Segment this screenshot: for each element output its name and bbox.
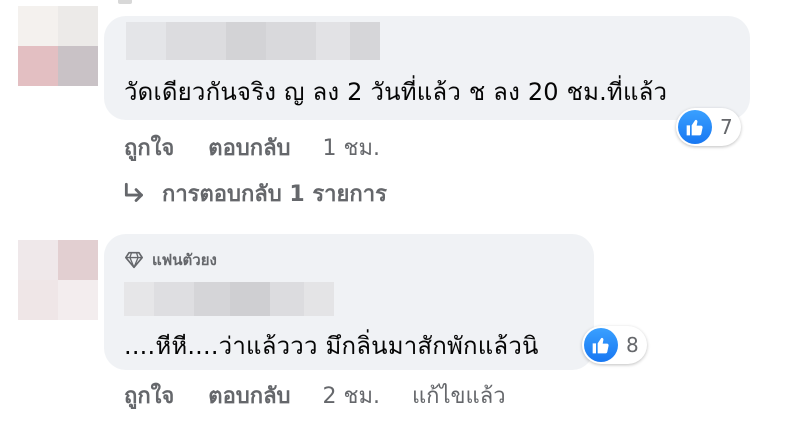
- reaction-summary[interactable]: 8: [582, 326, 647, 364]
- reply-arrow-icon: [124, 182, 143, 202]
- comment-text: วัดเดียวกันจริง ญ ลง 2 วันที่แล้ว ช ลง 2…: [124, 78, 668, 106]
- reply-button[interactable]: ตอบกลับ: [208, 378, 290, 413]
- reaction-summary[interactable]: 7: [676, 108, 741, 146]
- avatar[interactable]: [18, 240, 98, 320]
- reply-button[interactable]: ตอบกลับ: [208, 130, 290, 165]
- edited-label: แก้ไขแล้ว: [411, 384, 506, 409]
- blurred-author-name[interactable]: [124, 282, 334, 316]
- like-button[interactable]: ถูกใจ: [124, 130, 174, 165]
- comment-actions: ถูกใจ ตอบกลับ 2 ชม. แก้ไขแล้ว: [124, 378, 506, 413]
- comment-actions: ถูกใจ ตอบกลับ 1 ชม.: [124, 130, 380, 165]
- like-button[interactable]: ถูกใจ: [124, 378, 174, 413]
- comment-text: ....หีหี....ว่าแล้ววว มึกลิ่นมาสักพักแล้…: [124, 332, 539, 360]
- like-icon: [584, 328, 618, 362]
- timestamp[interactable]: 2 ชม.: [323, 378, 380, 413]
- badge-label: แฟนตัวยง: [152, 251, 217, 269]
- timestamp[interactable]: 1 ชม.: [323, 130, 380, 165]
- reaction-count: 8: [626, 333, 639, 357]
- blurred-author-name[interactable]: [126, 22, 380, 60]
- previous-comment-fragment: [118, 0, 132, 4]
- like-icon: [678, 110, 712, 144]
- view-replies-link[interactable]: การตอบกลับ 1 รายการ: [122, 176, 387, 211]
- avatar[interactable]: [18, 6, 98, 86]
- top-fan-badge[interactable]: แฟนตัวยง: [124, 248, 217, 272]
- reaction-count: 7: [720, 115, 733, 139]
- diamond-icon: [125, 251, 143, 269]
- replies-count-label: การตอบกลับ 1 รายการ: [162, 182, 387, 207]
